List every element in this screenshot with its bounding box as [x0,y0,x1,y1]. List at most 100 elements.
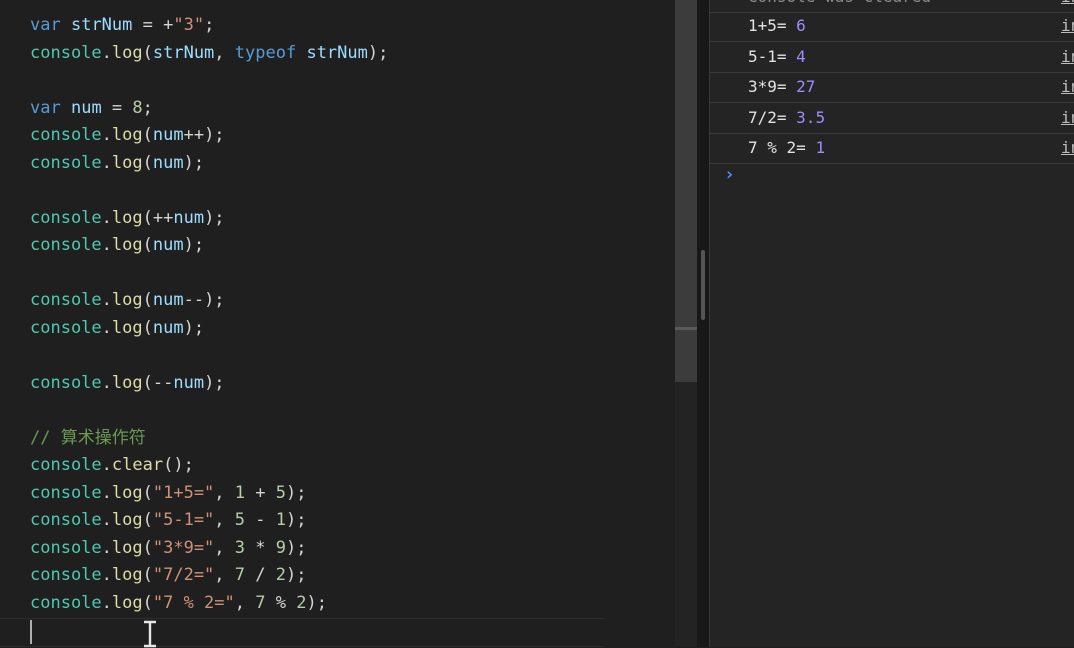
code-token: ( [142,235,153,255]
code-line[interactable]: console.log(strNum, typeof strNum); [30,40,388,68]
console-log-row: 7/2= 3.5 in [710,103,1074,134]
code-line[interactable]: console.log(num); [30,315,388,343]
console-log-value: 27 [796,77,816,96]
code-line[interactable]: console.log(++num); [30,205,388,233]
code-line[interactable]: console.log("3*9=", 3 * 9); [30,535,388,563]
code-token: console [30,235,102,255]
code-token: . [101,592,112,613]
code-line[interactable] [30,260,388,288]
code-token: ++); [183,125,225,145]
pane-splitter[interactable] [697,0,709,647]
code-token: , [214,482,235,503]
code-token: ( [142,537,153,558]
console-log-value: 6 [796,16,806,35]
source-link[interactable]: in [1061,11,1074,41]
code-token: ); [204,372,225,393]
source-link[interactable]: in [1061,133,1074,163]
source-link[interactable]: in [1061,72,1074,102]
code-line[interactable]: console.clear(); [30,452,388,480]
code-line[interactable]: var num = 8; [30,95,388,123]
code-token: num [152,125,184,145]
code-token: num [70,97,102,118]
code-token: = [101,97,133,118]
code-line[interactable] [30,397,388,425]
code-token: 5 [275,482,286,503]
code-token: 3 [234,537,246,558]
code-token: . [101,510,112,530]
code-token: ( [142,290,153,310]
code-line[interactable]: console.log(--num); [30,370,388,398]
source-link[interactable]: in [1061,42,1074,72]
code-line[interactable] [30,67,388,95]
current-line-highlight [0,618,604,647]
code-token: ( [142,510,153,530]
console-log-message: 7/2= 3.5 [748,103,825,133]
code-token: (); [163,455,194,475]
code-line[interactable]: var strNum = +"3"; [30,12,388,40]
splitter-handle[interactable] [701,250,705,320]
code-line[interactable]: console.log(num); [30,150,388,178]
code-token: console [30,207,102,228]
console-panel: Console was cleared in 1+5= 6in5-1= 4in3… [709,0,1074,647]
code-token: . [101,235,112,255]
code-token: strNum [306,42,368,63]
editor-scrollbar-thumb[interactable] [675,0,697,382]
code-token: . [101,42,112,63]
code-line[interactable]: console.log("5-1=", 5 - 1); [30,507,388,535]
code-token: num [152,317,184,338]
code-token: "1+5=" [152,482,215,503]
code-line[interactable]: console.log(num++); [30,122,388,150]
code-token: . [101,455,112,475]
code-token: 7 [255,592,266,613]
code-token: = + [132,15,174,35]
code-editor[interactable]: var strNum = +"3"; console.log(strNum, ty… [0,0,672,648]
code-token: ( [142,565,153,585]
code-line[interactable]: console.log("7/2=", 7 / 2); [30,562,388,590]
code-token: log [111,207,143,228]
console-prompt-icon[interactable]: › [724,162,735,188]
code-token: . [101,125,112,145]
console-log-label: 5-1= [748,46,797,66]
code-token: ( [142,42,153,63]
code-token: log [111,565,143,585]
code-line[interactable]: console.log(num--); [30,287,388,315]
console-log-message: 7 % 2= 1 [748,133,825,163]
code-token: clear [111,455,164,475]
code-token: ); [183,152,205,173]
code-token: ( [142,125,153,145]
code-line[interactable] [30,177,388,205]
code-token: num [173,207,205,228]
code-line[interactable]: console.log("1+5=", 1 + 5); [30,480,388,508]
console-log-row: 7 % 2= 1 in [710,133,1074,164]
console-log-label: 7/2= [748,107,797,127]
code-lines[interactable]: var strNum = +"3"; console.log(strNum, ty… [30,12,388,617]
code-token: log [111,537,143,558]
code-token: num [152,235,184,255]
code-token: . [101,482,112,503]
code-line[interactable]: console.log("7 % 2=", 7 % 2); [30,590,388,618]
code-token: - [245,510,276,530]
code-token: log [111,42,143,63]
source-link[interactable]: in [1061,103,1074,133]
scrollbar-position-marker [675,327,697,330]
code-token: log [111,372,143,393]
code-line[interactable]: console.log(num); [30,232,388,260]
code-token: console [30,455,102,475]
code-token: , [214,42,235,63]
console-log-message: 5-1= 4 [748,42,806,72]
code-token: console [30,537,102,558]
code-token: ); [286,565,307,585]
code-line[interactable] [30,342,388,370]
console-log-value: 4 [796,46,806,66]
code-token: . [101,152,112,173]
code-token: var [30,15,61,35]
code-token: ); [306,592,327,613]
code-token: log [111,510,143,530]
code-token: console [30,290,102,310]
code-token: 8 [132,97,143,118]
console-log-message: 1+5= 6 [748,11,806,41]
code-token: console [30,372,102,393]
code-line[interactable]: // 算术操作符 [30,425,388,453]
code-token: "5-1=" [152,510,215,530]
